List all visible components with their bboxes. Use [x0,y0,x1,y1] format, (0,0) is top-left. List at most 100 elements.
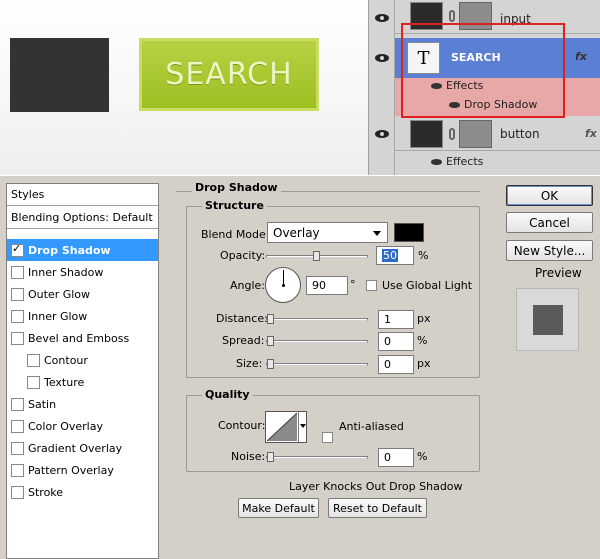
make-default-button[interactable]: Make Default [238,498,319,518]
style-item-checkbox[interactable] [11,397,24,411]
spread-slider-thumb[interactable] [267,336,274,346]
style-item[interactable]: Gradient Overlay [7,437,158,459]
noise-slider-track[interactable] [266,456,368,459]
contour-linear-icon [267,413,297,441]
chevron-down-icon [300,424,306,428]
style-item-label: Gradient Overlay [28,441,123,455]
style-item-checkbox[interactable] [11,287,24,301]
distance-slider-thumb[interactable] [267,314,274,324]
search-button-text: SEARCH [165,57,293,92]
eye-icon[interactable] [431,159,442,165]
size-slider-track[interactable] [266,363,368,366]
style-item-checkbox[interactable] [27,353,40,367]
style-item-label: Inner Glow [28,309,88,323]
new-style-button[interactable]: New Style... [506,240,593,261]
style-item-checkbox[interactable] [11,441,24,455]
style-item[interactable]: Bevel and Emboss [7,327,158,349]
style-item-label: Outer Glow [28,287,91,301]
fx-icon[interactable]: fx [575,50,587,63]
structure-title: Structure [202,199,267,212]
distance-label: Distance: [216,312,268,325]
highlight-box [401,23,565,118]
distance-input[interactable]: 1 [378,310,414,329]
style-item-label: Texture [44,375,85,389]
eye-icon[interactable] [375,54,389,62]
cancel-button[interactable]: Cancel [506,212,593,233]
angle-input[interactable]: 90 [306,276,348,295]
spread-input[interactable]: 0 [378,332,414,351]
style-item-label: Drop Shadow [28,243,111,257]
global-light-label: Use Global Light [382,279,473,292]
layer-style-dialog: Styles Blending Options: Default Drop Sh… [0,176,600,559]
distance-slider-track[interactable] [266,318,368,321]
layer-mask-thumbnail [459,120,492,148]
style-item-checkbox[interactable] [27,375,40,389]
anti-aliased-checkbox[interactable] [322,432,333,443]
spread-slider-track[interactable] [266,340,368,343]
style-item-label: Color Overlay [28,419,103,433]
ok-button[interactable]: OK [506,185,593,206]
opacity-slider-thumb[interactable] [313,251,320,261]
quality-title: Quality [202,388,253,401]
style-item-label: Contour [44,353,88,367]
style-item-checkbox[interactable] [11,265,24,279]
style-item-checkbox[interactable] [11,419,24,433]
style-item[interactable]: Stroke [7,481,158,503]
effects-label[interactable]: Effects [446,155,483,168]
noise-slider-thumb[interactable] [267,452,274,462]
size-slider-thumb[interactable] [267,359,274,369]
size-input[interactable]: 0 [378,355,414,374]
opacity-label: Opacity: [220,249,266,262]
opacity-unit: % [418,249,429,262]
angle-label: Angle: [230,279,266,292]
preview-label: Preview [535,266,582,280]
eye-icon[interactable] [375,14,389,22]
canvas-area: SEARCH [0,0,368,175]
opacity-input[interactable]: 50 [376,246,414,265]
blend-mode-select[interactable]: Overlay [267,222,388,243]
reset-to-default-button[interactable]: Reset to Default [328,498,427,518]
style-item[interactable]: Satin [7,393,158,415]
size-unit: px [417,357,431,370]
style-item[interactable]: Drop Shadow [7,239,158,261]
button-effects-group: Effects [395,152,600,175]
style-item[interactable]: Texture [7,371,158,393]
noise-input[interactable]: 0 [378,448,414,467]
noise-unit: % [417,450,428,463]
style-item-label: Inner Shadow [28,265,104,279]
style-item[interactable]: Outer Glow [7,283,158,305]
spread-unit: % [417,334,428,347]
style-item-checkbox[interactable] [11,242,24,257]
shadow-color-swatch[interactable] [394,223,424,242]
style-item[interactable]: Contour [7,349,158,371]
blending-options-item[interactable]: Blending Options: Default [7,207,158,229]
styles-header[interactable]: Styles [7,184,158,206]
style-item-checkbox[interactable] [11,331,24,345]
global-light-checkbox[interactable] [366,280,377,291]
angle-unit: ° [350,278,356,291]
style-item[interactable]: Pattern Overlay [7,459,158,481]
eye-icon[interactable] [375,130,389,138]
chevron-down-icon [373,231,381,236]
layer-row-button[interactable]: button fx [395,118,600,151]
style-item-label: Satin [28,397,57,411]
blend-mode-label: Blend Mode: [201,228,270,241]
link-icon [449,128,455,140]
style-item[interactable]: Inner Shadow [7,261,158,283]
style-preview-swatch [533,305,563,335]
style-item-checkbox[interactable] [11,309,24,323]
styles-list: Styles Blending Options: Default Drop Sh… [6,183,159,559]
shadow-color-fill [395,224,423,241]
style-item-label: Stroke [28,485,64,499]
style-item[interactable]: Inner Glow [7,305,158,327]
style-item-checkbox[interactable] [11,463,24,477]
fx-icon[interactable]: fx [585,127,597,140]
search-button-graphic: SEARCH [139,38,319,111]
style-item-checkbox[interactable] [11,485,24,499]
style-item-label: Bevel and Emboss [28,331,130,345]
contour-picker[interactable] [265,411,307,443]
contour-label: Contour: [218,419,266,432]
style-item[interactable]: Color Overlay [7,415,158,437]
distance-unit: px [417,312,431,325]
angle-dial[interactable] [265,267,301,303]
